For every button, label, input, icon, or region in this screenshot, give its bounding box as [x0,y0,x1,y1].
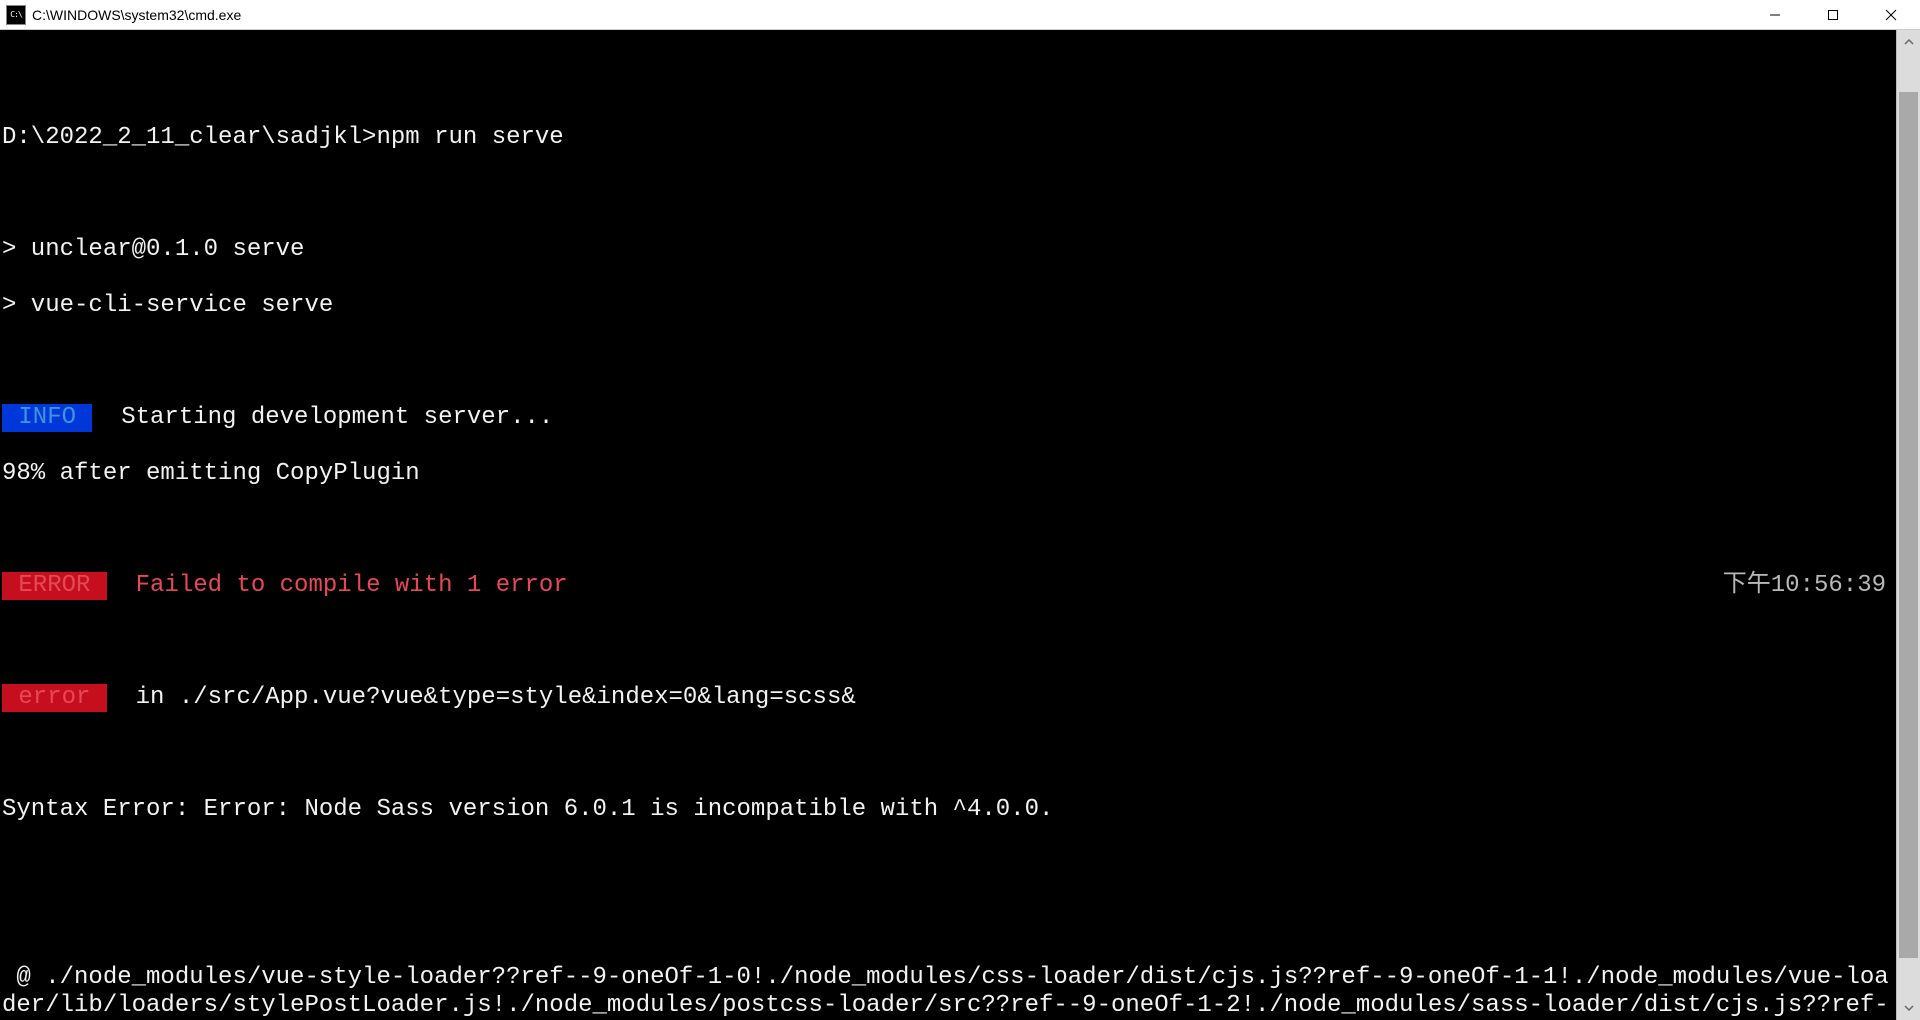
scrollbar[interactable] [1896,30,1920,1020]
chevron-up-icon [1904,37,1914,47]
minimize-button[interactable] [1746,0,1804,30]
prompt-path: D:\2022_2_11_clear\sadjkl> [2,124,376,151]
blank-line [0,348,1896,376]
error-lower-badge: error [2,684,107,712]
info-badge: INFO [2,404,92,432]
script-line-1: > unclear@0.1.0 serve [0,236,1896,264]
error-location-text: in ./src/App.vue?vue&type=style&index=0&… [107,684,856,711]
scroll-up-button[interactable] [1897,30,1920,54]
trace-line-1: @ ./node_modules/vue-style-loader??ref--… [0,964,1896,1020]
error-text: Failed to compile with 1 error [107,572,568,599]
blank-line [0,628,1896,656]
scroll-thumb[interactable] [1899,92,1918,959]
error-summary-line: ERROR Failed to compile with 1 error 下午1… [0,572,1896,600]
info-text: Starting development server... [92,404,553,431]
scroll-track[interactable] [1897,54,1920,996]
blank-line [0,740,1896,768]
window: C:\ C:\WINDOWS\system32\cmd.exe D:\2022_… [0,0,1920,1020]
terminal[interactable]: D:\2022_2_11_clear\sadjkl>npm run serve … [0,30,1896,1020]
scroll-down-button[interactable] [1897,996,1920,1020]
error-timestamp: 下午10:56:39 [1723,572,1894,600]
chevron-down-icon [1904,1003,1914,1013]
minimize-icon [1769,9,1781,21]
titlebar[interactable]: C:\ C:\WINDOWS\system32\cmd.exe [0,0,1920,30]
maximize-button[interactable] [1804,0,1862,30]
terminal-content: D:\2022_2_11_clear\sadjkl>npm run serve … [0,86,1896,1020]
blank-line [0,180,1896,208]
cmd-icon-label: C:\ [10,10,21,19]
close-button[interactable] [1862,0,1920,30]
syntax-error-line: Syntax Error: Error: Node Sass version 6… [0,796,1896,824]
command-text: npm run serve [376,124,563,151]
error-badge: ERROR [2,572,107,600]
blank-line [0,908,1896,936]
script-line-2: > vue-cli-service serve [0,292,1896,320]
window-body: D:\2022_2_11_clear\sadjkl>npm run serve … [0,30,1920,1020]
blank-line [0,852,1896,880]
progress-line: 98% after emitting CopyPlugin [0,460,1896,488]
blank-line [0,516,1896,544]
maximize-icon [1827,9,1839,21]
info-line: INFO Starting development server... [0,404,1896,432]
window-title: C:\WINDOWS\system32\cmd.exe [32,7,241,23]
close-icon [1885,9,1897,21]
cmd-icon: C:\ [6,5,26,25]
prompt-line: D:\2022_2_11_clear\sadjkl>npm run serve [0,124,1896,152]
error-location-line: error in ./src/App.vue?vue&type=style&in… [0,684,1896,712]
